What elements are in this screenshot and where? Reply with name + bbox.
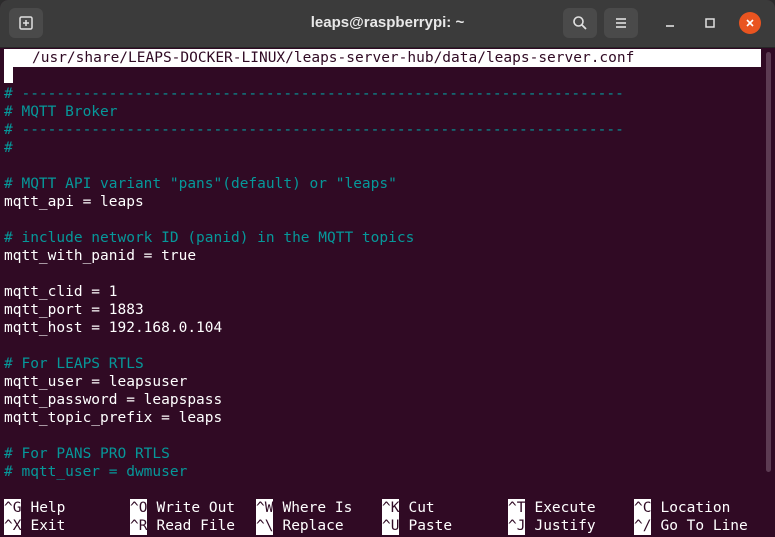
shortcut-label: Location [660, 500, 731, 516]
shortcut-key: ^X [4, 517, 22, 535]
shortcut-label: Replace [282, 518, 344, 534]
hamburger-menu-icon [616, 18, 626, 28]
shortcut-item: ^\ Replace [256, 517, 344, 535]
file-path: /usr/share/LEAPS-DOCKER-LINUX/leaps-serv… [32, 50, 635, 66]
editor-line: # MQTT Broker [4, 104, 118, 120]
shortcut-item: ^/ Go To Line [634, 517, 748, 535]
shortcut-key: ^T [508, 499, 526, 517]
shortcut-key: ^W [256, 499, 274, 517]
editor-line: mqtt_clid = 1 [4, 284, 118, 300]
shortcut-key: ^O [130, 499, 148, 517]
shortcut-item: ^U Paste [382, 517, 452, 535]
maximize-icon [705, 18, 715, 28]
shortcut-key: ^\ [256, 517, 274, 535]
search-icon [573, 16, 587, 30]
editor-line: # For PANS PRO RTLS [4, 446, 170, 462]
shortcut-key: ^C [634, 499, 652, 517]
terminal-window: leaps@raspberrypi: ~ /usr/share/LEAPS-DO… [0, 0, 775, 537]
search-button[interactable] [563, 8, 597, 38]
close-icon [746, 19, 754, 27]
shortcut-item: ^G Help [4, 499, 65, 517]
editor-line: mqtt_user = leapsuser [4, 374, 188, 390]
shortcut-item: ^O Write Out [130, 499, 235, 517]
shortcut-item: ^R Read File [130, 517, 235, 535]
editor-line: # For LEAPS RTLS [4, 356, 144, 372]
shortcut-label: Justify [534, 518, 596, 534]
shortcut-label: Execute [534, 500, 596, 516]
editor-line: mqtt_api = leaps [4, 194, 144, 210]
editor-line: mqtt_topic_prefix = leaps [4, 410, 223, 426]
shortcut-item: ^T Execute [508, 499, 596, 517]
maximize-button[interactable] [699, 12, 721, 34]
minimize-icon [666, 25, 674, 27]
shortcut-label: Read File [156, 518, 236, 534]
editor-line: # MQTT API variant "pans"(default) or "l… [4, 176, 397, 192]
editor-line: mqtt_port = 1883 [4, 302, 144, 318]
shortcut-key: ^U [382, 517, 400, 535]
shortcut-item: ^W Where Is [256, 499, 352, 517]
shortcut-label: Write Out [156, 500, 236, 516]
title-bar: leaps@raspberrypi: ~ [0, 0, 775, 48]
shortcut-label: Exit [30, 518, 66, 534]
shortcut-key: ^R [130, 517, 148, 535]
menu-button[interactable] [604, 8, 638, 38]
editor-line: mqtt_host = 192.168.0.104 [4, 320, 223, 336]
shortcut-key: ^K [382, 499, 400, 517]
editor-line: # include network ID (panid) in the MQTT… [4, 230, 415, 246]
editor-line: # mqtt_user = dwmuser [4, 464, 188, 480]
shortcut-key: ^G [4, 499, 22, 517]
editor-line: mqtt_password = leapspass [4, 392, 223, 408]
close-button[interactable] [739, 12, 761, 34]
scrollbar[interactable] [763, 48, 775, 537]
editor-line: mqtt_with_panid = true [4, 248, 197, 264]
shortcut-label: Go To Line [660, 518, 748, 534]
editor-line: # [4, 140, 13, 156]
shortcut-item: ^J Justify [508, 517, 596, 535]
shortcut-label: Where Is [282, 500, 353, 516]
terminal-content[interactable]: /usr/share/LEAPS-DOCKER-LINUX/leaps-serv… [0, 48, 761, 537]
shortcut-key: ^/ [634, 517, 652, 535]
shortcut-label: Paste [408, 518, 453, 534]
editor-line: # --------------------------------------… [4, 122, 624, 138]
shortcut-item: ^K Cut [382, 499, 435, 517]
minimize-button[interactable] [659, 12, 681, 34]
nano-header-bar: /usr/share/LEAPS-DOCKER-LINUX/leaps-serv… [4, 49, 761, 67]
scrollbar-thumb[interactable] [766, 52, 771, 472]
shortcut-label: Cut [408, 500, 435, 516]
editor-line: # --------------------------------------… [4, 86, 624, 102]
shortcut-label: Help [30, 500, 66, 516]
shortcut-item: ^X Exit [4, 517, 65, 535]
shortcut-key: ^J [508, 517, 526, 535]
shortcut-item: ^C Location [634, 499, 730, 517]
text-cursor [4, 67, 13, 83]
